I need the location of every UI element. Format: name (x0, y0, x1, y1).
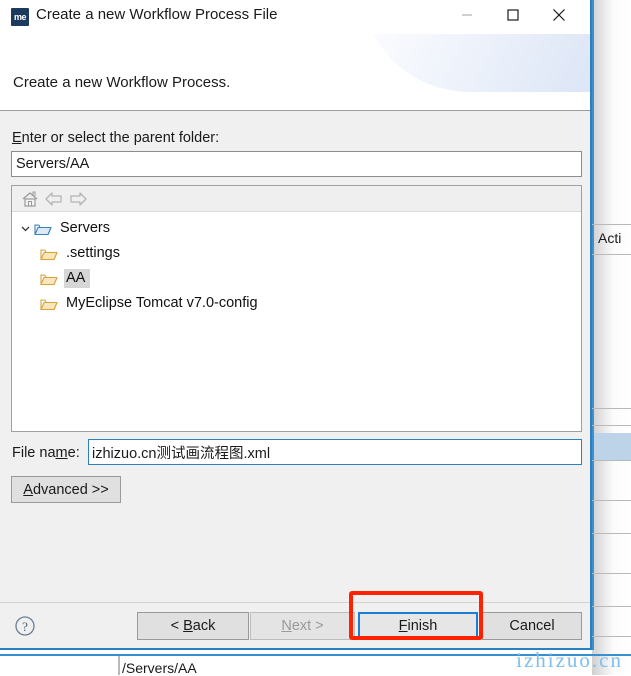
parent-folder-input[interactable] (11, 151, 582, 177)
tree-item-label: Servers (58, 219, 115, 238)
tree-item-settings[interactable]: .settings (12, 241, 581, 266)
tree-toolbar (12, 186, 581, 212)
finish-button[interactable]: Finish (358, 612, 478, 640)
dialog-button-bar: ? < Back Next > Finish Cancel (0, 602, 590, 649)
forward-arrow-icon[interactable] (68, 190, 88, 208)
bg-divider-10 (592, 636, 631, 637)
create-workflow-process-dialog: me Create a new Workflow Process File Cr… (0, 0, 592, 650)
tree-item-label: MyEclipse Tomcat v7.0-config (64, 294, 263, 313)
folder-icon (40, 272, 58, 286)
file-name-label-mnemonic: m (56, 445, 68, 461)
bg-panel-left-border (592, 0, 594, 650)
maximize-button[interactable] (490, 0, 536, 30)
dialog-title: Create a new Workflow Process File (36, 6, 277, 23)
next-button-label: ext > (292, 618, 324, 634)
bg-divider-9 (592, 606, 631, 607)
bg-divider-5 (592, 460, 631, 461)
back-button-label: ack (193, 618, 216, 634)
finish-button-mnemonic: F (399, 618, 408, 634)
parent-folder-label-text: nter or select the parent folder: (22, 130, 219, 146)
next-button-mnemonic: N (281, 618, 291, 634)
header-decoration (360, 34, 590, 92)
tree-item-aa[interactable]: AA (12, 266, 581, 291)
bg-divider-8 (592, 573, 631, 574)
bg-divider-1 (592, 224, 631, 225)
parent-folder-label-mnemonic: E (12, 130, 22, 146)
close-button[interactable] (536, 0, 582, 30)
file-name-label-pre: File na (12, 445, 56, 461)
bg-path-label: /Servers/AA (122, 660, 197, 676)
header-title: Create a new Workflow Process. (13, 74, 230, 91)
minimize-icon (461, 9, 473, 21)
watermark: izhizuo.cn (516, 648, 623, 673)
bg-divider-7 (592, 533, 631, 534)
close-icon (552, 8, 566, 22)
home-icon[interactable] (20, 190, 40, 208)
advanced-button[interactable]: Advanced >> (11, 476, 121, 503)
tree-item-label: AA (64, 269, 90, 288)
folder-icon (34, 222, 52, 236)
advanced-button-label: dvanced >> (33, 482, 109, 498)
finish-button-label: inish (408, 618, 438, 634)
parent-folder-label: Enter or select the parent folder: (12, 130, 219, 146)
bg-divider-4 (592, 425, 631, 426)
back-button[interactable]: < Back (137, 612, 249, 640)
tree-items: Servers .settings (12, 212, 581, 316)
bg-vertical-tick (118, 656, 120, 675)
maximize-icon (507, 9, 519, 21)
bg-action-label: Acti (598, 230, 621, 246)
dialog-body: Enter or select the parent folder: (0, 111, 590, 602)
bg-divider-6 (592, 500, 631, 501)
cancel-button-label: Cancel (509, 618, 554, 634)
tree-item-myeclipse-tomcat[interactable]: MyEclipse Tomcat v7.0-config (12, 291, 581, 316)
svg-text:?: ? (22, 619, 28, 634)
folder-icon (40, 297, 58, 311)
dialog-titlebar[interactable]: me Create a new Workflow Process File (0, 0, 590, 34)
back-button-pre: < (171, 618, 184, 634)
bg-selected-row (594, 433, 631, 460)
folder-icon (40, 247, 58, 261)
bg-divider-2 (592, 254, 631, 255)
file-name-label-post: e: (68, 445, 80, 461)
next-button[interactable]: Next > (250, 612, 355, 640)
chevron-down-icon[interactable] (18, 222, 32, 236)
cancel-button[interactable]: Cancel (482, 612, 582, 640)
myeclipse-icon: me (11, 8, 29, 26)
tree-item-label: .settings (64, 244, 125, 263)
file-name-label: File name: (12, 445, 80, 461)
help-icon[interactable]: ? (14, 615, 36, 637)
advanced-button-mnemonic: A (23, 482, 33, 498)
tree-item-servers[interactable]: Servers (12, 216, 581, 241)
dialog-header: Create a new Workflow Process. (0, 34, 590, 111)
file-name-input[interactable] (88, 439, 582, 465)
bg-divider-3 (592, 408, 631, 409)
back-arrow-icon[interactable] (44, 190, 64, 208)
minimize-button[interactable] (444, 0, 490, 30)
back-button-mnemonic: B (183, 618, 193, 634)
folder-tree-panel: Servers .settings (11, 185, 582, 432)
